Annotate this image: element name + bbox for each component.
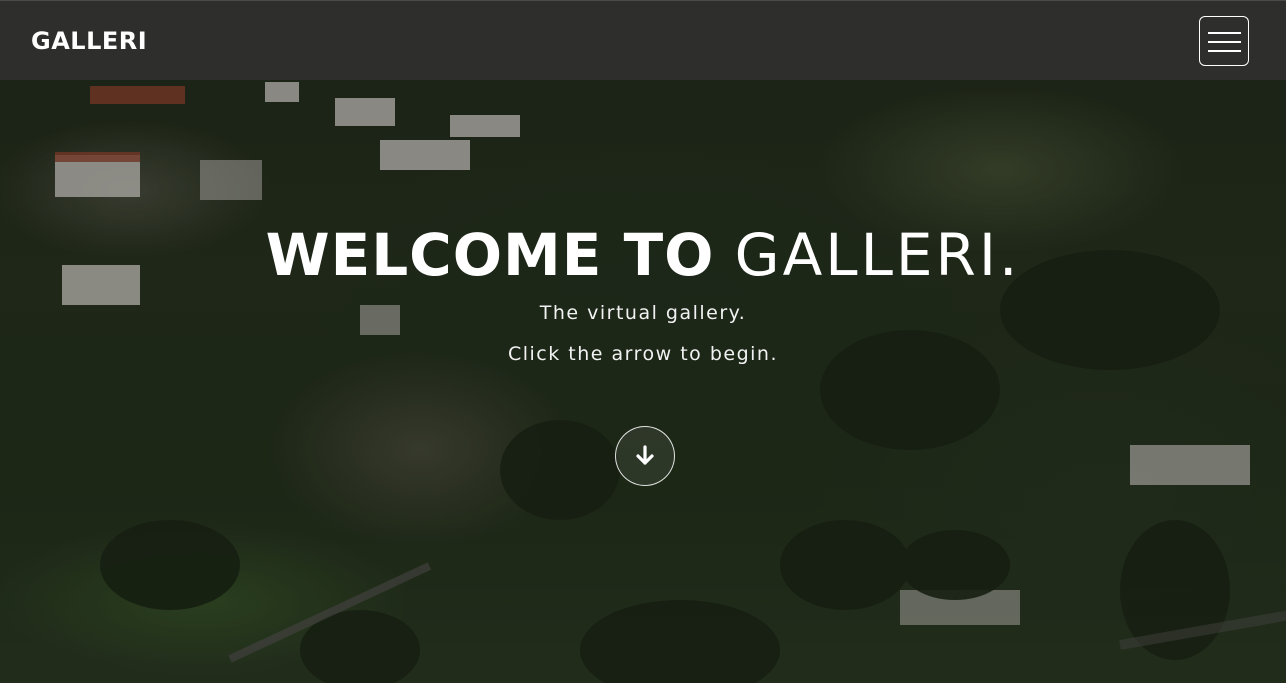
hamburger-menu-icon-bar [1208,50,1241,52]
arrow-down-icon [636,445,654,465]
menu-toggle-button[interactable] [1199,16,1249,66]
hero-overlay [0,0,1286,683]
hero-title-bold: WELCOME TO [265,221,715,289]
hero-instruction: Click the arrow to begin. [507,343,779,365]
hero-title: WELCOME TO GALLERI. [0,222,1286,288]
hero-subtitle: The virtual gallery. [539,302,747,324]
hamburger-menu-icon-bar [1208,41,1241,43]
hamburger-menu-icon [1208,32,1241,34]
top-navbar: GALLERI [0,0,1286,80]
brand-link[interactable]: GALLERI [31,27,147,55]
scroll-down-button[interactable] [615,426,675,486]
hero-title-light: GALLERI. [734,221,1021,289]
hero-background-image [0,0,1286,683]
